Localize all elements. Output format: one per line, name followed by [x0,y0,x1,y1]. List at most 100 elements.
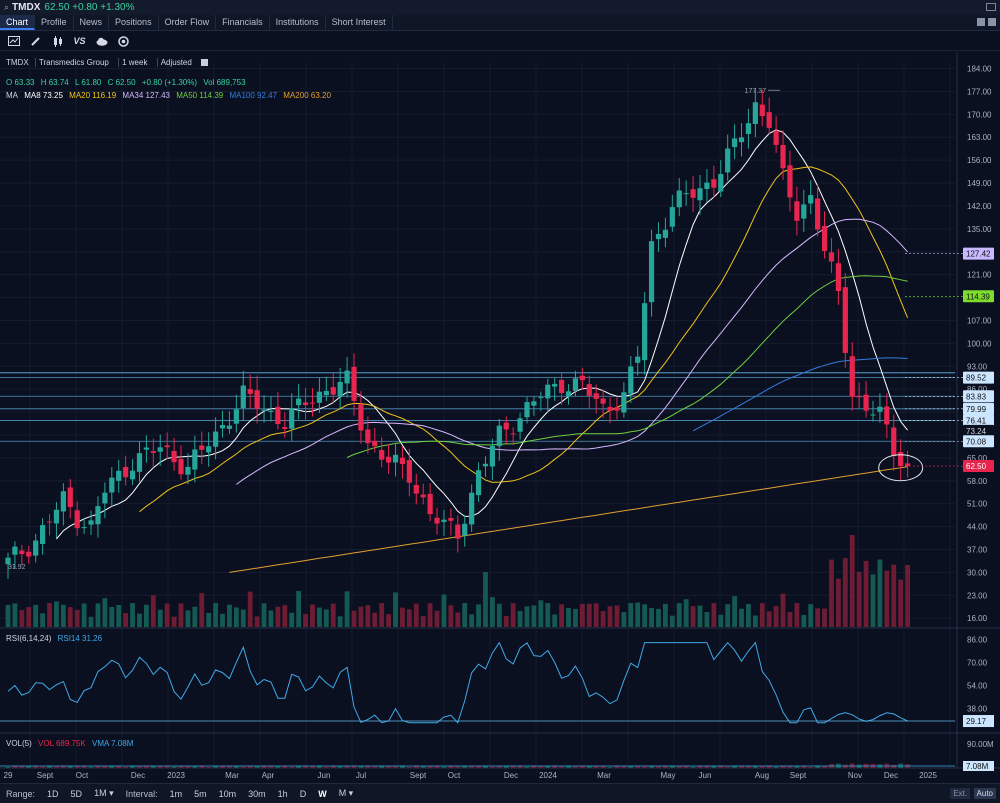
vol-tag-label: 7.08M [966,762,989,771]
tab-news[interactable]: News [74,15,110,30]
ma-prefix[interactable]: MA [6,91,18,100]
candle-body [517,418,523,432]
tab-positions[interactable]: Positions [109,15,159,30]
volume-bar [427,603,433,627]
price-axis-label: 142.00 [967,202,992,211]
candle-body [828,252,835,262]
interval-w-button[interactable]: W [318,789,327,799]
range-1d-button[interactable]: 1D [47,789,59,799]
price-tag-label: 114.39 [966,292,990,301]
cloud-icon[interactable] [95,35,108,47]
candle-body [482,463,489,467]
ext-toggle[interactable]: Ext. [950,788,970,799]
interval-10m-button[interactable]: 10m [219,789,237,799]
range-5d-button[interactable]: 5D [71,789,83,799]
price-chart[interactable]: 177.37 31.92 184.00 177.00 170.00 163.00 156.0… [0,52,1000,782]
price-axis-label: 44.00 [967,523,988,532]
candle-body [704,182,710,189]
time-axis-label: Jun [699,771,712,780]
tab-short-interest[interactable]: Short Interest [326,15,393,30]
volume-bar [780,593,786,627]
compare-vs-icon[interactable]: VS [73,35,86,47]
candle-body [752,102,758,125]
candle-body [725,148,731,173]
tab-order-flow[interactable]: Order Flow [159,15,217,30]
tab-bar: Chart Profile News Positions Order Flow … [0,15,1000,31]
candle-body [905,463,911,467]
candle-body [261,409,267,411]
volume-bar [503,615,509,627]
vol-label[interactable]: VOL(5) [6,739,32,748]
vol-pane-bar [74,766,80,768]
volume-bar [12,603,18,627]
settings-circle-icon[interactable] [117,35,130,47]
interval-1m-button[interactable]: 1m [170,789,183,799]
candle-body [469,492,475,525]
volume-bar [40,613,45,627]
time-axis-label: Nov [848,771,862,780]
range-1m-button[interactable]: 1M ▾ [94,788,114,799]
volume-bar [704,612,710,627]
candle-body [448,517,454,521]
rsi-tag-label: 29.17 [966,717,987,726]
vol-pane-bar [773,766,779,768]
candle-body [842,287,848,353]
tab-chart[interactable]: Chart [0,15,36,30]
ma200-line [229,466,908,573]
volume-bar [808,604,814,627]
interval-30m-button[interactable]: 30m [248,789,266,799]
symbol-label[interactable]: TMDX [12,2,40,13]
volume-bar [579,603,585,627]
interval-d-button[interactable]: D [300,789,307,799]
chart-type-icon[interactable] [7,35,20,47]
ohlc-open: O 63.33 [6,78,35,87]
draw-pencil-icon[interactable] [29,35,42,47]
candle-body [358,404,364,431]
price-axis-label: 156.00 [967,156,992,165]
interval-1h-button[interactable]: 1h [278,789,288,799]
volume-bar [884,570,890,627]
settings-square-icon[interactable] [201,59,209,67]
volume-bar [282,605,288,627]
volume-bar [649,608,654,627]
price-axis-label: 93.00 [967,362,988,371]
tab-institutions[interactable]: Institutions [270,15,326,30]
volume-bar [842,558,848,627]
vol-pane-bar [573,766,578,768]
volume-bar [877,559,883,627]
tab-profile[interactable]: Profile [35,15,74,30]
ohlc-volume: Vol 689,753 [203,78,246,87]
adjust-selector[interactable]: Adjusted [156,58,195,67]
vol-pane-bar [794,766,800,768]
minimize-icon[interactable] [977,18,985,26]
price-axis-label: 121.00 [967,271,992,280]
rsi-label[interactable]: RSI(6,14,24) [6,634,51,643]
vma-value: VMA 7.08M [92,739,134,748]
price-tag-label: 73.24 [966,427,987,436]
volume-bar [614,605,620,627]
volume-bar [413,603,419,627]
window-menu-icon[interactable] [986,3,996,11]
volume-bar [483,572,488,627]
candle-body [392,454,399,463]
volume-bar [863,560,869,627]
auto-scale-toggle[interactable]: Auto [973,788,996,799]
candle-body [316,391,322,403]
interval-selector[interactable]: 1 week [118,58,150,67]
interval-m-button[interactable]: M ▾ [339,788,354,799]
maximize-icon[interactable] [988,18,996,26]
vol-pane-bar [358,766,364,768]
candle-body [565,391,572,397]
candlestick-icon[interactable] [51,35,64,47]
time-axis-label: Aug [755,771,769,780]
price-axis-label: 100.00 [967,339,992,348]
volume-bar [5,605,11,627]
volume-bar [815,608,821,627]
volume-bar [171,616,177,627]
tab-financials[interactable]: Financials [216,15,270,30]
candle-body [559,380,565,394]
search-icon[interactable]: ⌕ [4,2,9,13]
interval-5m-button[interactable]: 5m [194,789,207,799]
candle-body [60,491,66,512]
ma50-label: MA50 114.39 [176,91,224,100]
